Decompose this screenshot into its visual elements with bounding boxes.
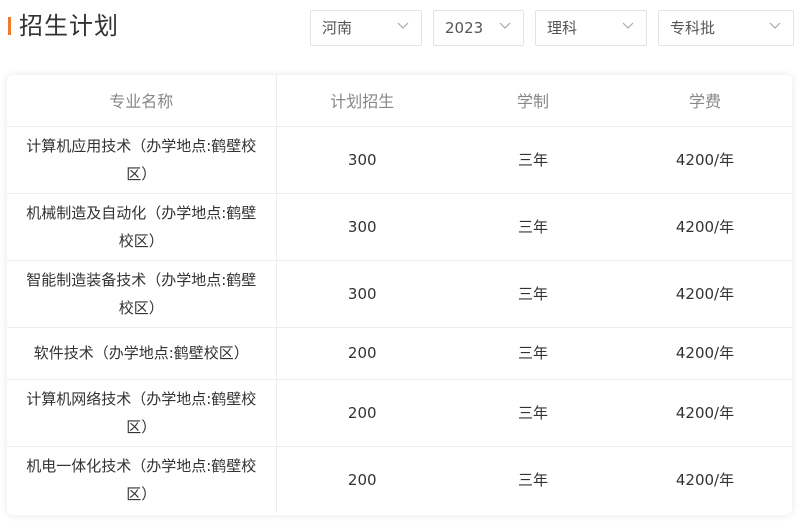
major-cell: 智能制造装备技术（办学地点:鹤壁校区）	[7, 260, 277, 328]
table-row: 机电一体化技术（办学地点:鹤壁校区） 200 三年 4200/年	[7, 446, 792, 513]
fee-cell: 4200/年	[618, 126, 792, 194]
fee-cell: 4200/年	[675, 470, 735, 489]
fee-cell: 4200/年	[618, 327, 792, 380]
plan-cell: 300	[276, 193, 448, 261]
batch-select-value: 专科批	[670, 19, 716, 37]
duration-cell: 三年	[448, 260, 618, 328]
subject-select-value: 理科	[547, 19, 578, 37]
major-cell: 机械制造及自动化（办学地点:鹤壁校区）	[7, 193, 277, 261]
major-cell: 软件技术（办学地点:鹤壁校区）	[7, 327, 277, 380]
column-header-fee: 学费	[618, 75, 792, 127]
table-row: 智能制造装备技术（办学地点:鹤壁校区） 300 三年 4200/年	[7, 260, 792, 328]
year-select[interactable]: 2023	[433, 10, 524, 46]
fee-cell: 4200/年	[618, 193, 792, 261]
plan-cell: 200	[276, 327, 448, 380]
enrollment-table: 专业名称 计划招生 学制 学费 计算机应用技术（办学地点:鹤壁校区） 300 三…	[7, 75, 792, 513]
duration-cell: 三年	[517, 470, 548, 489]
duration-cell: 三年	[448, 327, 618, 380]
duration-cell: 三年	[448, 379, 618, 447]
column-header-duration: 学制	[448, 75, 618, 127]
duration-cell: 三年	[448, 126, 618, 194]
table-row: 机械制造及自动化（办学地点:鹤壁校区） 300 三年 4200/年	[7, 193, 792, 261]
plan-cell: 300	[276, 260, 448, 328]
province-select[interactable]: 河南	[310, 10, 422, 46]
plan-cell: 200	[276, 379, 448, 447]
plan-cell: 200	[347, 470, 377, 489]
page-title: 招生计划	[19, 12, 119, 40]
column-header-plan: 计划招生	[276, 75, 448, 127]
table-row: 软件技术（办学地点:鹤壁校区） 200 三年 4200/年	[7, 327, 792, 380]
duration-cell: 三年	[448, 193, 618, 261]
chevron-down-icon	[397, 22, 409, 29]
column-header-major: 专业名称	[7, 75, 277, 127]
fee-cell: 4200/年	[618, 260, 792, 328]
province-select-value: 河南	[322, 19, 353, 37]
major-cell: 计算机应用技术（办学地点:鹤壁校区）	[7, 126, 277, 194]
enrollment-table-card: 专业名称 计划招生 学制 学费 计算机应用技术（办学地点:鹤壁校区） 300 三…	[7, 75, 792, 515]
fee-cell: 4200/年	[618, 379, 792, 447]
batch-select[interactable]: 专科批	[658, 10, 794, 46]
chevron-down-icon	[769, 22, 781, 29]
year-select-value: 2023	[445, 19, 484, 37]
table-header-row: 专业名称 计划招生 学制 学费	[7, 75, 792, 127]
plan-cell: 300	[276, 126, 448, 194]
title-accent-bar	[8, 17, 11, 35]
subject-select[interactable]: 理科	[535, 10, 647, 46]
chevron-down-icon	[499, 22, 511, 29]
table-row: 计算机应用技术（办学地点:鹤壁校区） 300 三年 4200/年	[7, 126, 792, 194]
major-cell: 计算机网络技术（办学地点:鹤壁校区）	[7, 379, 277, 447]
table-row: 计算机网络技术（办学地点:鹤壁校区） 200 三年 4200/年	[7, 379, 792, 447]
enrollment-plan-page: 招生计划 河南 2023 理科 专科批 专业名称 计划招生 学制 学费 计算机应…	[0, 0, 801, 526]
chevron-down-icon	[622, 22, 634, 29]
major-cell: 机电一体化技术（办学地点:鹤壁校区）	[7, 446, 277, 513]
